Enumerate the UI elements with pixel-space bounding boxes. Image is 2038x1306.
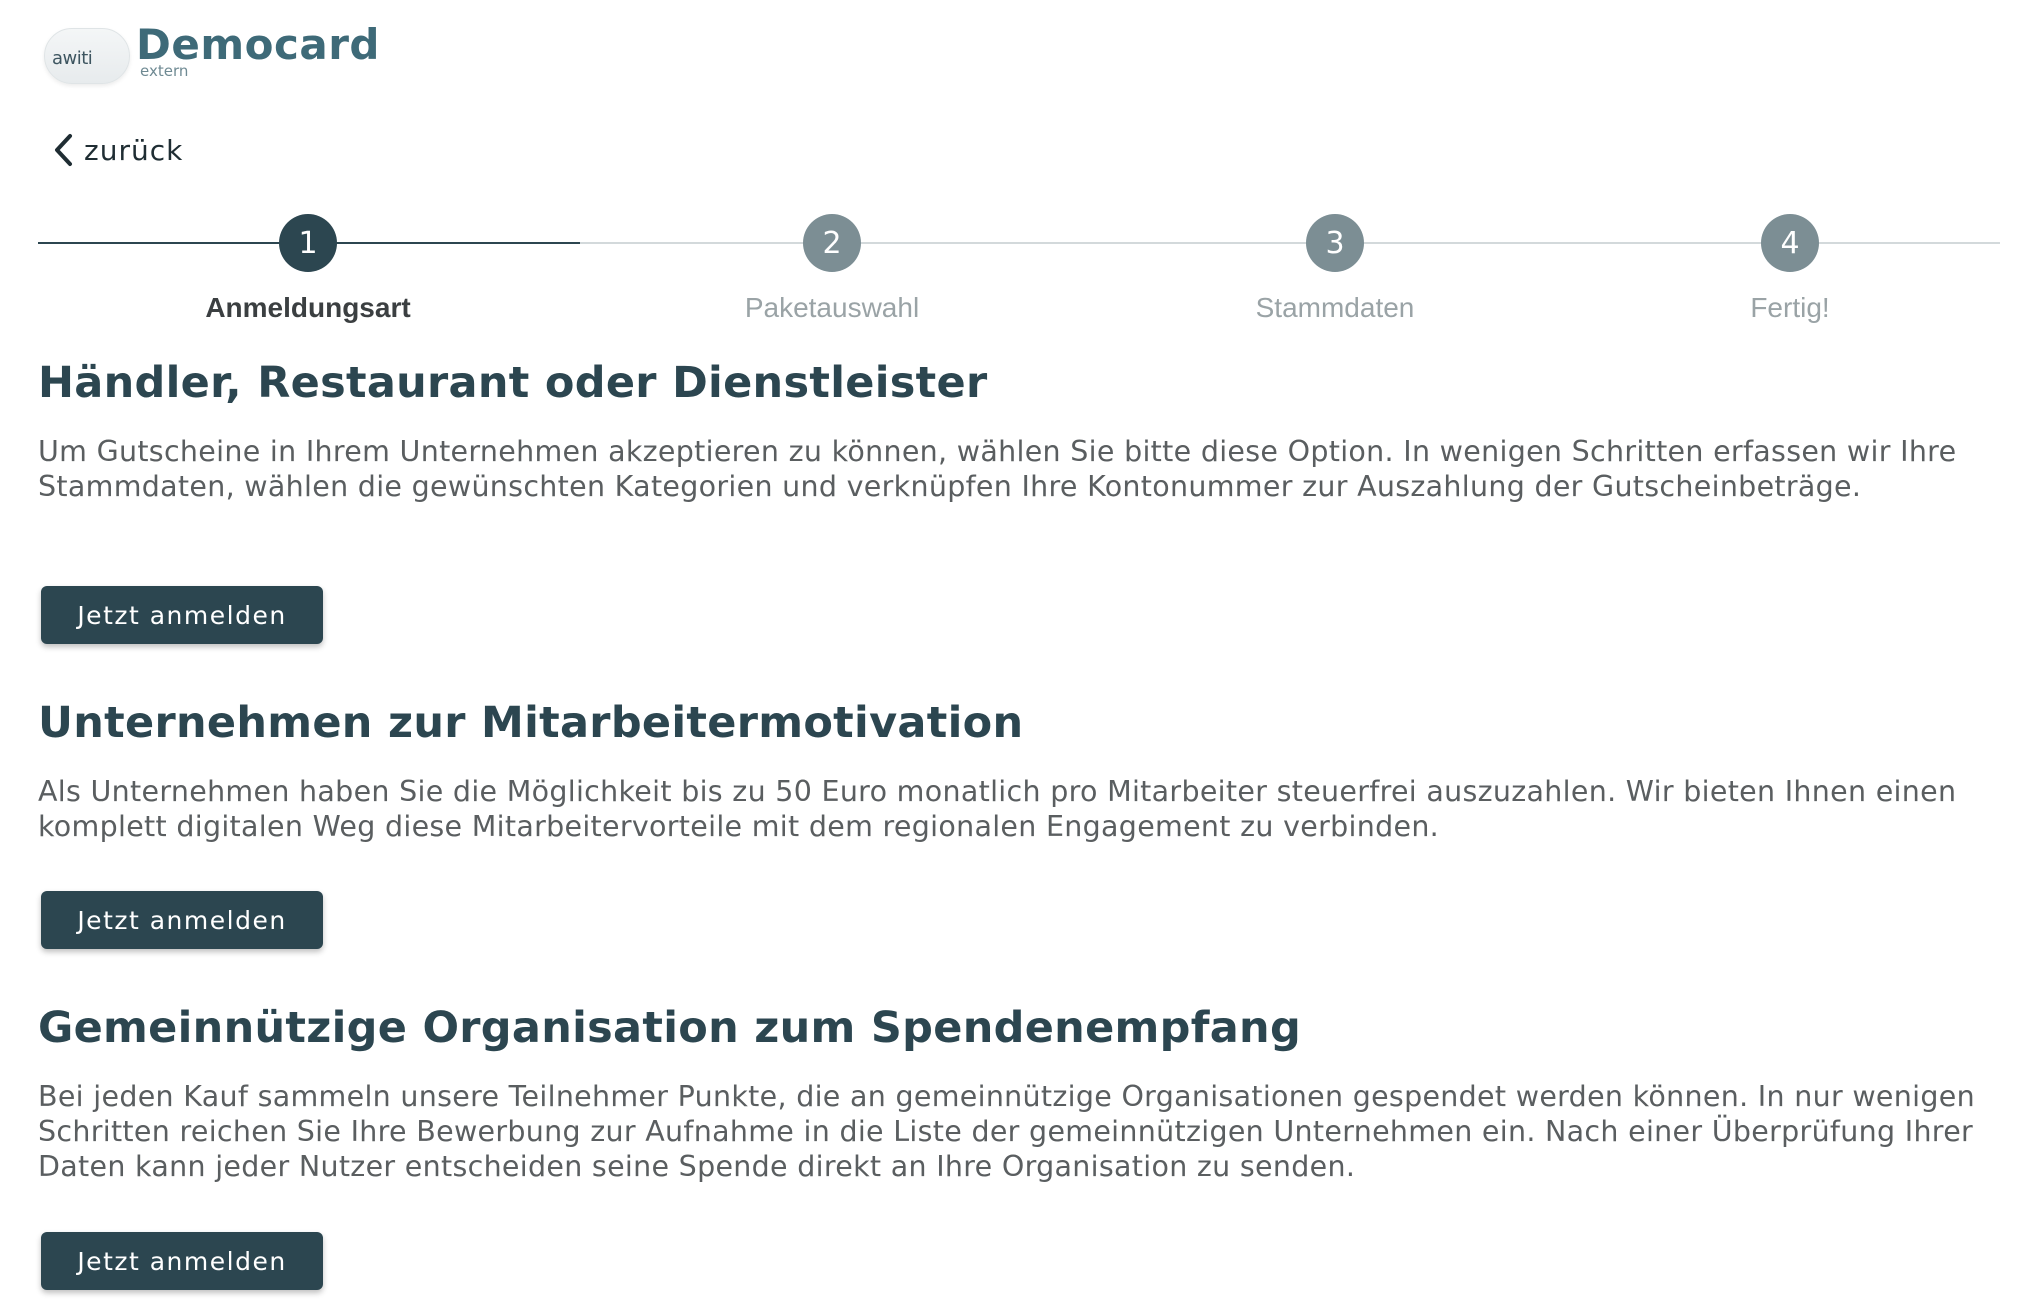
section-unternehmen: Unternehmen zur Mitarbeitermotivation Al… xyxy=(38,698,1988,968)
chevron-left-icon xyxy=(55,134,72,166)
step-number: 2 xyxy=(803,214,861,272)
section-title: Gemeinnützige Organisation zum Spendenem… xyxy=(38,1003,1302,1053)
section-haendler: Händler, Restaurant oder Dienstleister U… xyxy=(38,358,1988,658)
logo-text: Democard extern xyxy=(136,21,380,81)
section-description: Um Gutscheine in Ihrem Unternehmen akzep… xyxy=(38,435,1957,503)
back-label: zurück xyxy=(84,133,184,167)
logo-subtitle: extern xyxy=(140,62,189,81)
step-number: 1 xyxy=(279,214,337,272)
progress-stepper: 1 Anmeldungsart 2 Paketauswahl 3 Stammda… xyxy=(38,214,2000,334)
logo-badge-icon: awiti xyxy=(40,22,130,86)
step-anmeldungsart: 1 Anmeldungsart xyxy=(158,214,458,324)
step-fertig: 4 Fertig! xyxy=(1640,214,1940,324)
step-label: Anmeldungsart xyxy=(205,292,411,323)
section-description: Bei jeden Kauf sammeln unsere Teilnehmer… xyxy=(38,1080,1975,1183)
section-description: Als Unternehmen haben Sie die Möglichkei… xyxy=(38,775,1957,843)
step-paketauswahl: 2 Paketauswahl xyxy=(682,214,982,324)
registration-page: awiti Democard extern zurück 1 Anmeldung… xyxy=(0,0,2038,1306)
step-number: 3 xyxy=(1306,214,1364,272)
step-stammdaten: 3 Stammdaten xyxy=(1185,214,1485,324)
step-label: Stammdaten xyxy=(1255,292,1415,323)
logo[interactable]: awiti Democard extern xyxy=(40,21,380,86)
back-link[interactable]: zurück xyxy=(52,132,183,168)
section-gemeinnuetzig: Gemeinnützige Organisation zum Spendenem… xyxy=(38,1003,1988,1303)
section-title: Händler, Restaurant oder Dienstleister xyxy=(38,358,988,408)
register-gemeinnuetzig-button[interactable]: Jetzt anmelden xyxy=(41,1232,323,1290)
step-number: 4 xyxy=(1761,214,1819,272)
register-unternehmen-button[interactable]: Jetzt anmelden xyxy=(41,891,323,949)
step-label: Fertig! xyxy=(1750,292,1830,323)
register-haendler-button[interactable]: Jetzt anmelden xyxy=(41,586,323,644)
section-title: Unternehmen zur Mitarbeitermotivation xyxy=(38,698,1024,748)
step-label: Paketauswahl xyxy=(744,292,920,323)
logo-brand: awiti xyxy=(52,48,93,69)
